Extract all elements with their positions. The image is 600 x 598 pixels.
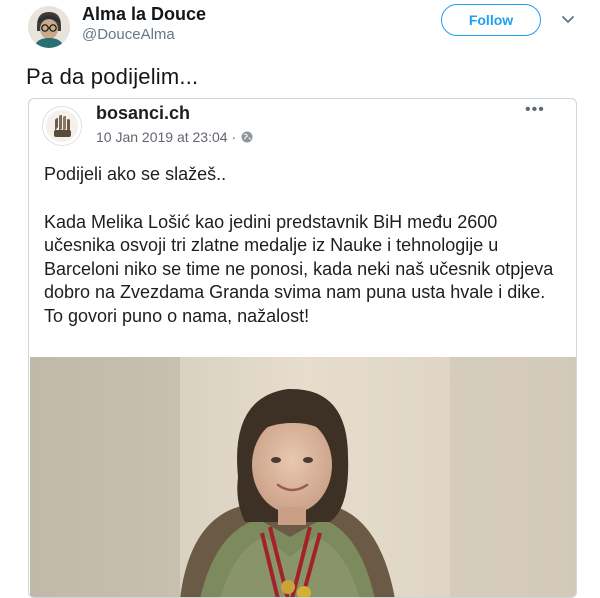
more-options-icon[interactable]: •••	[525, 101, 545, 119]
avatar-illustration	[28, 6, 70, 48]
globe-icon	[241, 131, 253, 143]
page-logo	[43, 107, 81, 145]
avatar[interactable]	[28, 6, 70, 48]
embedded-post-card[interactable]: bosanci.ch 10 Jan 2019 at 23:04 · ••• Po…	[28, 98, 577, 598]
follow-button[interactable]: Follow	[441, 4, 541, 36]
display-name[interactable]: Alma la Douce	[82, 4, 206, 25]
post-closing: To govori puno o nama, nažalost!	[44, 305, 310, 326]
page-name[interactable]: bosanci.ch	[96, 103, 190, 124]
page-avatar[interactable]	[42, 106, 82, 146]
post-intro: Podijeli ako se slažeš..	[44, 164, 227, 184]
photo-of-person-with-medals	[30, 357, 576, 597]
post-timestamp[interactable]: 10 Jan 2019 at 23:04 ·	[96, 129, 236, 145]
post-body: Podijeli ako se slažeš.. Kada Melika Loš…	[44, 163, 564, 328]
chevron-down-icon[interactable]	[560, 12, 576, 28]
post-meta: 10 Jan 2019 at 23:04 ·	[96, 129, 253, 145]
tweet-header: Alma la Douce @DouceAlma Follow	[0, 0, 600, 56]
post-photo[interactable]	[30, 357, 576, 597]
tweet-text: Pa da podijelim...	[26, 64, 199, 89]
user-handle[interactable]: @DouceAlma	[82, 26, 175, 43]
post-paragraph: Kada Melika Lošić kao jedini predstavnik…	[44, 211, 554, 303]
